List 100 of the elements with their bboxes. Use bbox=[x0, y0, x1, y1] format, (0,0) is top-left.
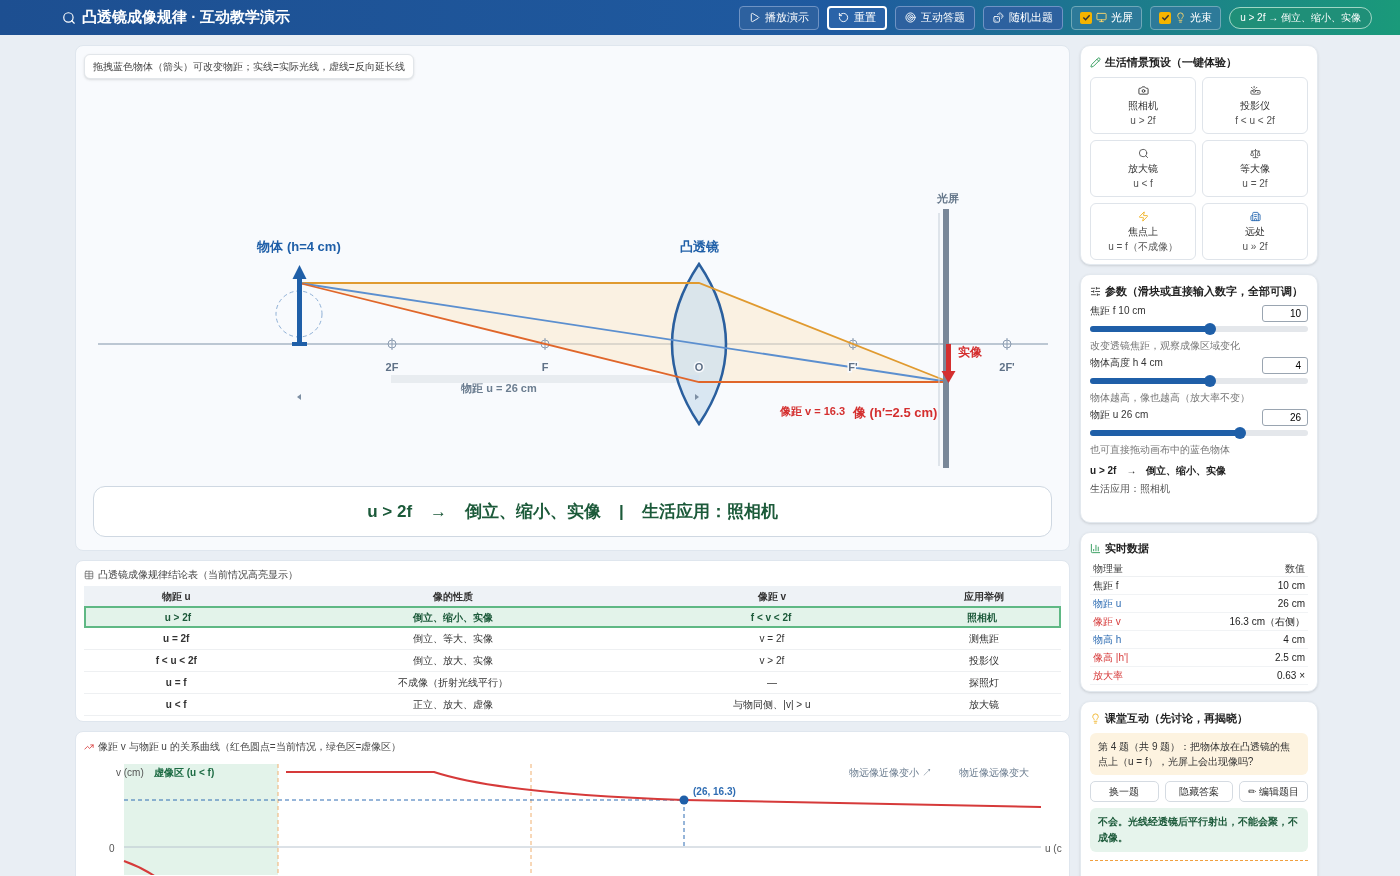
number-input[interactable]: 26 bbox=[1262, 408, 1308, 426]
quantity-value: 0.63 × bbox=[1276, 668, 1305, 683]
preset-button[interactable]: 投影仪 f < u < 2f bbox=[1202, 76, 1308, 134]
camera-icon bbox=[1137, 84, 1149, 96]
slider[interactable] bbox=[1090, 377, 1308, 384]
preset-condition: u > 2f bbox=[1130, 114, 1156, 126]
preset-label: 放大镜 bbox=[1128, 161, 1158, 176]
param-hint: 物体越高，像也越高（放大率不变） bbox=[1090, 390, 1251, 405]
toolbar-button[interactable]: 重置 bbox=[827, 5, 888, 30]
quantity-value: 10 cm bbox=[1277, 578, 1305, 593]
projector-icon bbox=[1249, 84, 1261, 96]
toggle-chip[interactable]: 光屏 bbox=[1071, 5, 1143, 30]
table-cell-text: u = 2f bbox=[162, 632, 191, 646]
toggle-chip[interactable]: 光束 bbox=[1150, 5, 1222, 30]
table-cell-text: 照相机 bbox=[966, 610, 999, 625]
magnifier-icon bbox=[1137, 147, 1149, 159]
slider-thumb[interactable] bbox=[1203, 322, 1216, 335]
object-arrow[interactable] bbox=[292, 265, 307, 346]
card-title: 实时数据 bbox=[1105, 541, 1149, 556]
lightning-icon bbox=[1137, 210, 1149, 222]
slider[interactable] bbox=[1090, 325, 1308, 332]
arrow-text: → bbox=[430, 500, 448, 523]
answer-text: 不会。光线经透镜后平行射出，不能会聚，不成像。 bbox=[1090, 807, 1308, 852]
image-distance-label: 像距 v = 16.3 bbox=[780, 405, 846, 417]
table-cell-text: 投影仪 bbox=[967, 654, 1000, 668]
preset-button[interactable]: 远处 u » 2f bbox=[1202, 202, 1308, 260]
column-header: 像的性质 bbox=[431, 589, 474, 604]
table-icon bbox=[84, 569, 94, 580]
preset-label: 焦点上 bbox=[1128, 224, 1158, 239]
quiz-button[interactable]: 隐藏答案 bbox=[1164, 780, 1234, 802]
dice-icon bbox=[993, 12, 1005, 23]
preset-button[interactable]: 照相机 u > 2f bbox=[1090, 76, 1196, 134]
preset-condition: f < u < 2f bbox=[1235, 114, 1275, 126]
table-cell-text: 探照灯 bbox=[967, 676, 1000, 690]
check-icon bbox=[1160, 13, 1170, 22]
hint-label: 拖拽蓝色物体（箭头）可改变物距；实线=实际光线，虚线=反向延长线 bbox=[84, 54, 414, 79]
application-text: 生活应用：照相机 bbox=[641, 500, 778, 523]
preset-button[interactable]: 放大镜 u < f bbox=[1090, 139, 1196, 197]
slider-thumb[interactable] bbox=[1203, 374, 1216, 387]
quantity-value: 26 cm bbox=[1277, 596, 1305, 611]
table-cell-text: 倒立、放大、实像 bbox=[411, 654, 494, 668]
monitor-icon bbox=[1096, 12, 1108, 23]
virtual-image-curve bbox=[123, 860, 157, 875]
slider[interactable] bbox=[1090, 429, 1308, 436]
param-label: 焦距 f 10 cm bbox=[1090, 303, 1146, 318]
card-title: 课堂互动（先讨论，再揭晓） bbox=[1105, 711, 1248, 726]
scale-icon bbox=[1249, 147, 1261, 159]
quantity-name: 焦距 f bbox=[1093, 578, 1119, 593]
toolbar-button[interactable]: 随机出题 bbox=[983, 5, 1064, 30]
quantity-value: 2.5 cm bbox=[1275, 650, 1305, 665]
object-distance-label: 物距 u = 26 cm bbox=[461, 382, 537, 394]
table-cell-text: — bbox=[765, 676, 778, 690]
point-label: F bbox=[541, 361, 549, 373]
y-axis-label: v (cm) bbox=[116, 767, 144, 778]
screen-label: 光屏 bbox=[937, 192, 959, 204]
question-text: 第 4 题（共 9 题）：把物体放在凸透镜的焦点上（u = f），光屏上会出现像吗? bbox=[1090, 732, 1308, 775]
table-cell-text: 测焦距 bbox=[967, 632, 1000, 646]
separator-text: | bbox=[619, 500, 624, 523]
table-cell-text: u = f bbox=[164, 676, 188, 690]
preset-button[interactable]: 等大像 u = 2f bbox=[1202, 139, 1308, 197]
preset-condition: u = 2f bbox=[1242, 177, 1268, 189]
drag-handle[interactable] bbox=[275, 290, 323, 338]
bulb-icon bbox=[1175, 12, 1187, 23]
bar-chart-icon bbox=[1090, 542, 1101, 554]
table-cell-text: 放大镜 bbox=[967, 698, 1000, 712]
table-cell-text: f < u < 2f bbox=[154, 654, 198, 668]
toolbar-button[interactable]: 播放演示 bbox=[739, 5, 820, 30]
point-label: 2F' bbox=[999, 361, 1015, 373]
preset-label: 照相机 bbox=[1128, 98, 1158, 113]
bulb-icon bbox=[1090, 712, 1101, 724]
image-label: 实像 bbox=[958, 345, 982, 359]
toolbar-button[interactable]: 互动答题 bbox=[895, 5, 976, 30]
zone-label: 虚像区 (u < f) bbox=[154, 767, 215, 778]
preset-condition: u < f bbox=[1133, 177, 1153, 189]
column-header: 应用举例 bbox=[962, 589, 1005, 604]
column-header: 数值 bbox=[1285, 561, 1305, 576]
current-point bbox=[679, 795, 689, 805]
toggle-label: 光束 bbox=[1190, 10, 1213, 26]
table-cell-text: v > 2f bbox=[758, 654, 786, 668]
app-title: 凸透镜成像规律 · 互动教学演示 bbox=[82, 7, 291, 28]
curve-title: 像距 v 与物距 u 的关系曲线（红色圆点=当前情况，绿色区=虚像区） bbox=[98, 740, 402, 754]
quantity-value: 4 cm bbox=[1283, 632, 1305, 647]
object-label: 物体 (h=4 cm) bbox=[257, 239, 341, 254]
column-header: 物距 u bbox=[160, 589, 192, 604]
table-cell-text: 倒立、等大、实像 bbox=[411, 632, 494, 646]
checkbox[interactable] bbox=[1080, 11, 1093, 24]
target-icon bbox=[905, 12, 917, 23]
quiz-button[interactable]: 换一题 bbox=[1090, 780, 1159, 802]
x-axis-label: u (c bbox=[1045, 843, 1062, 854]
preset-button[interactable]: 焦点上 u = f（不成像） bbox=[1090, 202, 1196, 260]
image-height-label: 像 (h′=2.5 cm) bbox=[853, 405, 938, 420]
point-label: 2F bbox=[385, 361, 399, 373]
quiz-button[interactable]: ✏ 编辑题目 bbox=[1239, 780, 1308, 802]
check-icon bbox=[1081, 13, 1091, 22]
checkbox[interactable] bbox=[1159, 11, 1172, 24]
number-input[interactable]: 10 bbox=[1262, 304, 1308, 322]
result-text: u > 2f → 倒立、缩小、实像 bbox=[1090, 463, 1228, 478]
number-input[interactable]: 4 bbox=[1262, 356, 1308, 374]
param-hint: 改变透镜焦距，观察成像区域变化 bbox=[1090, 338, 1241, 353]
slider-thumb[interactable] bbox=[1234, 426, 1247, 439]
